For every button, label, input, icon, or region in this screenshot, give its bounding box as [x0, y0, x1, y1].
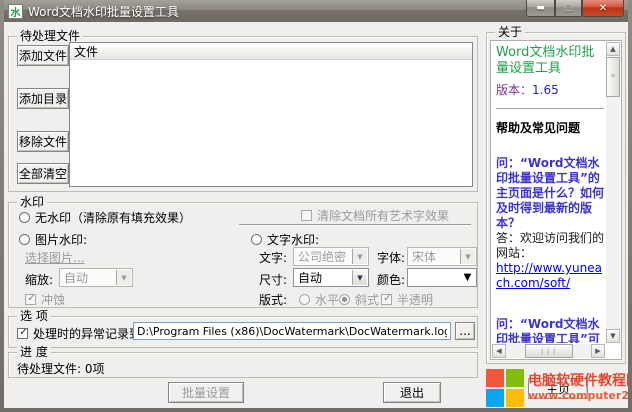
picture-watermark-radio[interactable]: 图片水印: — [19, 231, 87, 248]
batch-settings-button: 批量设置 — [168, 382, 244, 403]
browse-button[interactable]: ... — [455, 322, 475, 340]
clear-wordart-checkbox: 清除文档所有艺术字效果 — [301, 207, 449, 224]
font-label: 字体: — [377, 251, 406, 265]
logo-square-green — [506, 369, 524, 387]
combo-arrow-icon: ▼ — [460, 249, 475, 264]
watermark-group-label: 水印 — [17, 195, 48, 209]
watermark-group: 水印 无水印（清除原有填充效果） 清除文档所有艺术字效果 图片水印: 文字水印:… — [8, 195, 478, 308]
scroll-down-button[interactable]: ▼ — [606, 329, 620, 343]
window-title: Word文档水印批量设置工具 — [28, 4, 179, 19]
logo-square-blue — [486, 389, 504, 407]
file-column-header: 文件 — [74, 44, 99, 59]
text-value-label: 文字: — [259, 251, 288, 265]
no-watermark-radio-circle — [19, 212, 30, 223]
site-url: www.computer26.com — [528, 389, 628, 402]
about-group-label: 关于 — [495, 25, 526, 39]
exit-button[interactable]: 退出 — [383, 382, 441, 403]
log-path-input[interactable] — [133, 322, 451, 340]
options-group-label: 选 项 — [17, 309, 51, 323]
select-picture-link: 选择图片... — [25, 251, 85, 265]
logo-square-yellow — [506, 389, 524, 407]
options-group: 选 项 处理时的异常记录到文件: ... — [8, 309, 478, 348]
text-value-combo: 公司绝密 ▼ — [293, 247, 369, 266]
faq-question-1: 问：“Word文档水印批量设置工具”的主页面是什么？如何及时得到最新的版本？ — [496, 156, 605, 230]
semitransparent-checkbox-box — [381, 294, 393, 305]
horizontal-radio-circle — [299, 294, 310, 305]
logo-square-red — [486, 369, 504, 387]
scale-label: 缩放: — [25, 273, 54, 287]
no-watermark-radio[interactable]: 无水印（清除原有填充效果） — [19, 209, 191, 226]
faq-question-2: 问：“Word文档水印批量设置工具”可以批量设置Word文档中的页眉页脚内容吗？ — [496, 317, 600, 343]
site-watermark: 电脑软硬件教程网 www.computer26.com — [486, 368, 628, 408]
divider — [496, 108, 604, 109]
windows-logo-icon — [486, 369, 524, 407]
clear-wordart-checkbox-box — [301, 210, 312, 221]
combo-arrow-icon: ▼ — [352, 270, 367, 285]
diagonal-radio-circle — [339, 294, 350, 305]
picture-watermark-radio-circle — [19, 234, 30, 245]
scale-combo: 自动 ▼ — [59, 268, 133, 287]
text-watermark-radio-circle — [251, 234, 262, 245]
remove-files-button[interactable]: 移除文件 — [17, 131, 69, 152]
diagonal-radio: 斜式 — [339, 291, 379, 308]
vertical-scrollbar[interactable]: ▲ ≡ ▼ — [606, 42, 620, 343]
client-area: 待处理文件 添加文件 添加目录 移除文件 全部清空 文件 水印 无水印（清除原有… — [4, 22, 628, 408]
text-watermark-radio[interactable]: 文字水印: — [251, 231, 319, 248]
layout-label: 版式: — [259, 293, 288, 307]
font-combo: 宋体 ▼ — [407, 247, 477, 266]
semitransparent-checkbox: 半透明 — [381, 291, 433, 308]
progress-group: 进 度 待处理文件: 0项 — [8, 345, 478, 378]
pending-files-group-label: 待处理文件 — [17, 29, 84, 43]
about-app-name: Word文档水印批量设置工具 — [496, 45, 595, 76]
faq-answer-1: 答：欢迎访问我们的网站： — [496, 231, 605, 260]
title-bar[interactable]: 水 Word文档水印批量设置工具 ▬ ▢ ✕ — [4, 0, 628, 22]
help-heading: 帮助及常见问题 — [496, 121, 581, 135]
progress-status: 待处理文件: 0项 — [17, 362, 105, 376]
file-list[interactable]: 文件 — [69, 42, 473, 187]
scroll-up-button[interactable]: ▲ — [606, 42, 620, 56]
maximize-button: ▢ — [555, 0, 582, 17]
color-combo[interactable]: ▼ — [407, 268, 477, 287]
horizontal-scroll-track[interactable]: ❘❘❘ — [506, 344, 591, 358]
website-link[interactable]: http://www.yuneach.com/soft/ — [496, 261, 602, 290]
caption-buttons: ▬ ▢ ✕ — [526, 0, 624, 17]
progress-group-label: 进 度 — [17, 345, 51, 359]
add-directory-button[interactable]: 添加目录 — [17, 88, 69, 109]
log-exceptions-checkbox-box — [17, 328, 29, 339]
version-label: 版本： — [496, 83, 533, 97]
minimize-button[interactable]: ▬ — [526, 0, 555, 17]
app-window: 水 Word文档水印批量设置工具 ▬ ▢ ✕ 待处理文件 添加文件 添加目录 移… — [0, 0, 632, 412]
washout-checkbox-box — [25, 294, 37, 305]
vertical-scroll-thumb[interactable]: ≡ — [606, 57, 620, 97]
site-name: 电脑软硬件教程网 — [528, 373, 628, 389]
combo-arrow-icon: ▼ — [116, 270, 131, 285]
combo-arrow-icon: ▼ — [352, 249, 367, 264]
add-files-button[interactable]: 添加文件 — [17, 45, 69, 66]
scroll-left-button[interactable]: ◀ — [492, 344, 506, 358]
separator — [239, 224, 471, 226]
horizontal-scroll-thumb[interactable]: ❘❘❘ — [524, 344, 573, 358]
version-value: 1.65 — [532, 83, 559, 97]
pending-files-group: 待处理文件 添加文件 添加目录 移除文件 全部清空 文件 — [8, 29, 478, 192]
combo-arrow-icon: ▼ — [460, 270, 475, 285]
site-text: 电脑软硬件教程网 www.computer26.com — [528, 373, 628, 403]
size-combo[interactable]: 自动 ▼ — [293, 268, 369, 287]
clear-all-button[interactable]: 全部清空 — [17, 163, 69, 184]
app-icon: 水 — [8, 3, 23, 19]
color-label: 颜色: — [377, 273, 406, 287]
about-content: Word文档水印批量设置工具 版本：1.65 帮助及常见问题 问：“Word文档… — [493, 43, 605, 343]
horizontal-radio: 水平 — [299, 291, 339, 308]
about-group: 关于 Word文档水印批量设置工具 版本：1.65 帮助及常见问题 问：“Wor… — [486, 25, 626, 364]
file-list-header[interactable]: 文件 — [70, 43, 472, 60]
about-richtext: Word文档水印批量设置工具 版本：1.65 帮助及常见问题 问：“Word文档… — [490, 40, 622, 360]
horizontal-scrollbar[interactable]: ◀ ❘❘❘ ▶ — [492, 344, 605, 358]
washout-checkbox: 冲蚀 — [25, 291, 65, 308]
scroll-right-button[interactable]: ▶ — [591, 344, 605, 358]
size-label: 尺寸: — [259, 273, 288, 287]
close-button[interactable]: ✕ — [582, 0, 624, 17]
